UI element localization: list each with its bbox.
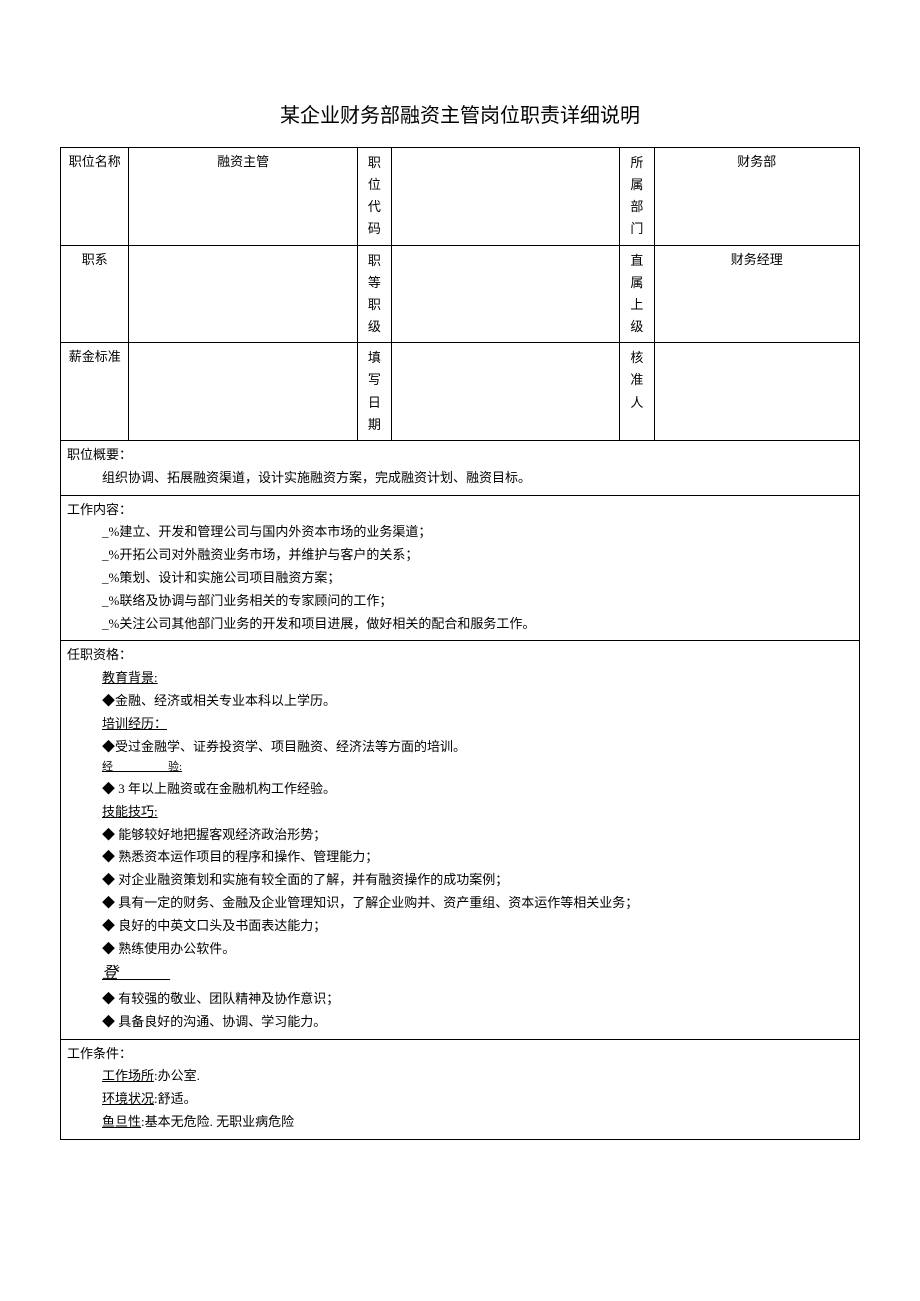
attitude-label: 登 ______ xyxy=(67,961,853,987)
attitude-item: ◆ 有较强的敬业、团队精神及协作意识； xyxy=(67,989,853,1010)
qualifications-heading: 任职资格： xyxy=(67,645,853,666)
approver-value xyxy=(654,343,859,441)
salary-value xyxy=(129,343,357,441)
approver-label: 核准人 xyxy=(620,343,654,441)
training-item: ◆受过金融学、证券投资学、项目融资、经济法等方面的培训。 xyxy=(67,737,853,758)
overview-content: 组织协调、拓展融资渠道，设计实施融资方案，完成融资计划、融资目标。 xyxy=(67,468,853,489)
salary-label: 薪金标准 xyxy=(61,343,129,441)
environment-value: :舒适。 xyxy=(154,1091,197,1106)
header-row-2: 职系 职等职级 直属上级 财务经理 xyxy=(61,245,860,343)
environment-line: 环境状况:舒适。 xyxy=(67,1089,853,1110)
experience-item: ◆ 3 年以上融资或在金融机构工作经验。 xyxy=(67,779,853,800)
work-item: _%策划、设计和实施公司项目融资方案； xyxy=(67,568,853,589)
supervisor-label: 直属上级 xyxy=(620,245,654,343)
skill-item: ◆ 对企业融资策划和实施有较全面的了解，并有融资操作的成功案例； xyxy=(67,870,853,891)
education-item: ◆金融、经济或相关专业本科以上学历。 xyxy=(67,691,853,712)
header-row-3: 薪金标准 填写日期 核准人 xyxy=(61,343,860,441)
skills-label: 技能技巧: xyxy=(67,802,853,823)
job-grade-label: 职等职级 xyxy=(357,245,391,343)
position-name-value: 融资主管 xyxy=(129,148,357,246)
work-content-heading: 工作内容： xyxy=(67,500,853,521)
training-label: 培训经历： xyxy=(67,714,853,735)
department-label: 所属部门 xyxy=(620,148,654,246)
supervisor-value: 财务经理 xyxy=(654,245,859,343)
job-series-value xyxy=(129,245,357,343)
qualifications-section: 任职资格： 教育背景: ◆金融、经济或相关专业本科以上学历。 培训经历： ◆受过… xyxy=(61,641,860,1039)
skill-item: ◆ 能够较好地把握客观经济政治形势； xyxy=(67,825,853,846)
fill-date-value xyxy=(392,343,620,441)
department-value: 财务部 xyxy=(654,148,859,246)
position-name-label: 职位名称 xyxy=(61,148,129,246)
work-item: _%建立、开发和管理公司与国内外资本市场的业务渠道； xyxy=(67,522,853,543)
position-code-label: 职位代码 xyxy=(357,148,391,246)
conditions-section: 工作条件： 工作场所:办公室. 环境状况:舒适。 鱼旦性:基本无危险. 无职业病… xyxy=(61,1039,860,1139)
job-description-table: 职位名称 融资主管 职位代码 所属部门 财务部 职系 职等职级 直属上级 财务经… xyxy=(60,147,860,1140)
header-row-1: 职位名称 融资主管 职位代码 所属部门 财务部 xyxy=(61,148,860,246)
workplace-line: 工作场所:办公室. xyxy=(67,1066,853,1087)
skill-item: ◆ 良好的中英文口头及书面表达能力； xyxy=(67,916,853,937)
risk-value: :基本无危险. 无职业病危险 xyxy=(141,1114,294,1129)
job-grade-value xyxy=(392,245,620,343)
conditions-heading: 工作条件： xyxy=(67,1044,853,1065)
work-item: _%联络及协调与部门业务相关的专家顾问的工作； xyxy=(67,591,853,612)
job-series-label: 职系 xyxy=(61,245,129,343)
attitude-item: ◆ 具备良好的沟通、协调、学习能力。 xyxy=(67,1012,853,1033)
risk-line: 鱼旦性:基本无危险. 无职业病危险 xyxy=(67,1112,853,1133)
skill-item: ◆ 熟悉资本运作项目的程序和操作、管理能力； xyxy=(67,847,853,868)
work-item: _%关注公司其他部门业务的开发和项目进展，做好相关的配合和服务工作。 xyxy=(67,614,853,635)
work-content-section: 工作内容： _%建立、开发和管理公司与国内外资本市场的业务渠道； _%开拓公司对… xyxy=(61,495,860,641)
work-item: _%开拓公司对外融资业务市场，并维护与客户的关系； xyxy=(67,545,853,566)
position-code-value xyxy=(392,148,620,246)
document-title: 某企业财务部融资主管岗位职责详细说明 xyxy=(60,100,860,132)
environment-label: 环境状况 xyxy=(102,1091,154,1106)
risk-label: 鱼旦性 xyxy=(102,1114,141,1129)
overview-heading: 职位概要： xyxy=(67,445,853,466)
skill-item: ◆ 熟练使用办公软件。 xyxy=(67,939,853,960)
workplace-label: 工作场所 xyxy=(102,1068,154,1083)
overview-section: 职位概要： 组织协调、拓展融资渠道，设计实施融资方案，完成融资计划、融资目标。 xyxy=(61,441,860,496)
skill-item: ◆ 具有一定的财务、金融及企业管理知识，了解企业购并、资产重组、资本运作等相关业… xyxy=(67,893,853,914)
fill-date-label: 填写日期 xyxy=(357,343,391,441)
workplace-value: :办公室. xyxy=(154,1068,200,1083)
education-label: 教育背景: xyxy=(67,668,853,689)
experience-label: 经 验: xyxy=(67,759,853,777)
